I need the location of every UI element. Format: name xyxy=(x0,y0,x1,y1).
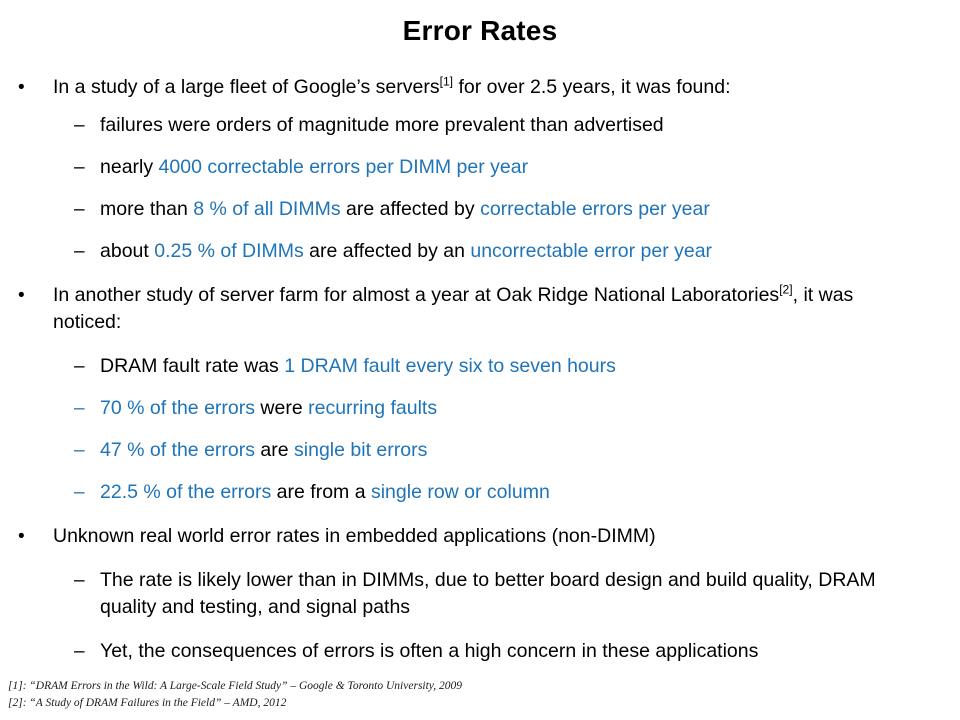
bullet-level1-google-study: • In a study of a large fleet of Google’… xyxy=(0,74,960,101)
highlight-segment: 4000 correctable errors per DIMM per yea… xyxy=(158,156,529,178)
bullet-text: about 0.25 % of DIMMs are affected by an… xyxy=(100,238,930,265)
bullet-text: more than 8 % of all DIMMs are affected … xyxy=(100,196,930,223)
text-segment: more than xyxy=(100,198,194,220)
dash-marker-icon: – xyxy=(74,570,85,591)
text-segment: were xyxy=(255,397,309,419)
bullet-text: 47 % of the errors are single bit errors xyxy=(100,437,930,464)
bullet-marker-icon: • xyxy=(18,285,25,306)
highlight-segment: single bit errors xyxy=(294,439,428,461)
dash-marker-icon: – xyxy=(74,440,85,461)
page-title: Error Rates xyxy=(402,15,558,46)
dash-marker-icon: – xyxy=(74,241,85,262)
bullet-text: DRAM fault rate was 1 DRAM fault every s… xyxy=(100,353,930,380)
bullet-level1-oak-ridge-study: • In another study of server farm for al… xyxy=(0,282,960,336)
highlight-segment: 70 % of the errors xyxy=(100,397,255,419)
bullet-level2-dram-fault-rate: – DRAM fault rate was 1 DRAM fault every… xyxy=(0,353,960,380)
text-segment: are affected by an xyxy=(303,240,471,262)
bullet-text: Yet, the consequences of errors is often… xyxy=(100,638,930,665)
highlight-segment: 8 % of all DIMMs xyxy=(193,198,341,220)
dash-marker-icon: – xyxy=(74,199,85,220)
bullet-level2-8-percent-dimms: – more than 8 % of all DIMMs are affecte… xyxy=(0,196,960,223)
bullet-text: 22.5 % of the errors are from a single r… xyxy=(100,479,930,506)
dash-marker-icon: – xyxy=(74,398,85,419)
text-segment: In a study of a large fleet of Google’s … xyxy=(53,76,440,98)
bullet-text: 70 % of the errors were recurring faults xyxy=(100,395,930,422)
bullet-level2-rate-likely-lower: – The rate is likely lower than in DIMMs… xyxy=(0,567,960,621)
bullet-level2-failures-prevalent: – failures were orders of magnitude more… xyxy=(0,112,960,139)
highlight-segment: 1 DRAM fault every six to seven hours xyxy=(284,355,616,377)
bullet-level2-025-percent-dimms: – about 0.25 % of DIMMs are affected by … xyxy=(0,238,960,265)
text-segment: The rate is likely lower than in DIMMs, … xyxy=(100,569,876,618)
highlight-segment: recurring faults xyxy=(308,397,438,419)
bullet-text: Unknown real world error rates in embedd… xyxy=(53,523,883,550)
text-segment: failures were orders of magnitude more p… xyxy=(100,114,664,136)
highlight-segment: correctable errors per year xyxy=(480,198,710,220)
highlight-segment: single row or column xyxy=(370,481,550,503)
text-segment: In another study of server farm for almo… xyxy=(53,284,780,306)
highlight-segment: 47 % of the errors xyxy=(100,439,255,461)
bullet-text: In another study of server farm for almo… xyxy=(53,282,883,336)
dash-marker-icon: – xyxy=(74,641,85,662)
bullet-marker-icon: • xyxy=(18,526,25,547)
bullet-text: nearly 4000 correctable errors per DIMM … xyxy=(100,154,930,181)
text-segment: for over 2.5 years, it was found: xyxy=(453,76,731,98)
text-segment: are affected by xyxy=(340,198,481,220)
highlight-segment: uncorrectable error per year xyxy=(470,240,713,262)
footnote-ref-2: [2] xyxy=(779,282,793,297)
text-segment: are from a xyxy=(271,481,371,503)
slide-canvas: Error Rates • In a study of a large flee… xyxy=(0,0,960,720)
text-segment: DRAM fault rate was xyxy=(100,355,285,377)
bullet-level1-unknown-embedded: • Unknown real world error rates in embe… xyxy=(0,523,960,550)
slide-body: • In a study of a large fleet of Google’… xyxy=(0,74,960,680)
text-segment: Unknown real world error rates in embedd… xyxy=(53,525,656,547)
footnote-1: [1]: “DRAM Errors in the Wild: A Large-S… xyxy=(8,680,463,692)
text-segment: nearly xyxy=(100,156,159,178)
bullet-level2-4000-correctable: – nearly 4000 correctable errors per DIM… xyxy=(0,154,960,181)
bullet-text: The rate is likely lower than in DIMMs, … xyxy=(100,567,930,621)
text-segment: Yet, the consequences of errors is often… xyxy=(100,640,759,662)
dash-marker-icon: – xyxy=(74,356,85,377)
dash-marker-icon: – xyxy=(74,157,85,178)
text-segment: about xyxy=(100,240,155,262)
bullet-level2-225-percent-row-column: – 22.5 % of the errors are from a single… xyxy=(0,479,960,506)
highlight-segment: 0.25 % of DIMMs xyxy=(154,240,304,262)
footnote-2: [2]: “A Study of DRAM Failures in the Fi… xyxy=(8,697,287,709)
bullet-text: In a study of a large fleet of Google’s … xyxy=(53,74,883,101)
highlight-segment: 22.5 % of the errors xyxy=(100,481,272,503)
footnote-ref-1: [1] xyxy=(439,74,454,89)
bullet-text: failures were orders of magnitude more p… xyxy=(100,112,930,139)
dash-marker-icon: – xyxy=(74,115,85,136)
dash-marker-icon: – xyxy=(74,482,85,503)
bullet-level2-47-percent-single-bit: – 47 % of the errors are single bit erro… xyxy=(0,437,960,464)
text-segment: are xyxy=(255,439,295,461)
bullet-level2-consequences-high-concern: – Yet, the consequences of errors is oft… xyxy=(0,638,960,665)
bullet-marker-icon: • xyxy=(18,77,25,98)
bullet-level2-70-percent-recurring: – 70 % of the errors were recurring faul… xyxy=(0,395,960,422)
footnote-block: [1]: “DRAM Errors in the Wild: A Large-S… xyxy=(8,678,708,712)
